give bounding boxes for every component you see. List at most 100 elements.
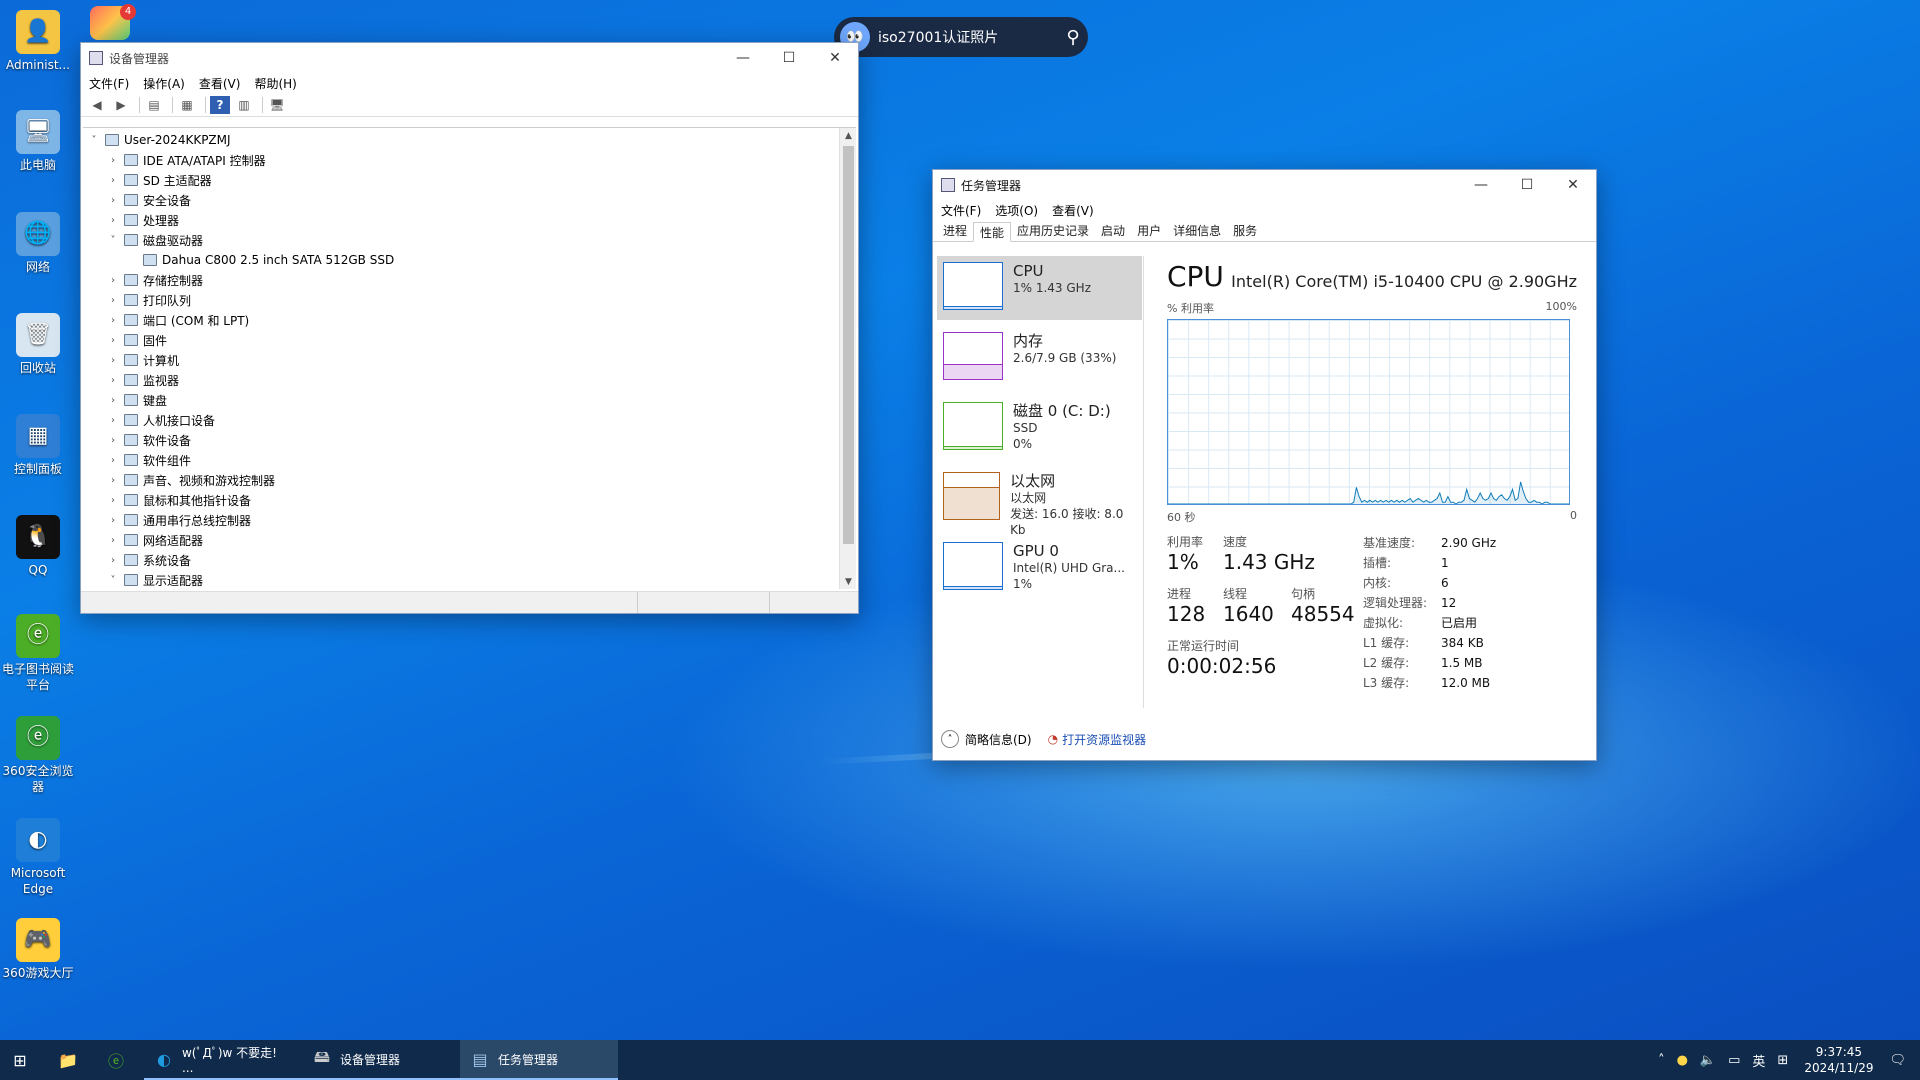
expand-chevron-icon[interactable]: ›: [106, 275, 120, 286]
tree-node[interactable]: › 端口 (COM 和 LPT): [87, 310, 835, 330]
desktop-icon-computer[interactable]: 🖥 此电脑: [0, 110, 76, 173]
task-manager-titlebar[interactable]: 任务管理器 — ☐ ✕: [933, 170, 1596, 200]
maximize-button[interactable]: ☐: [1504, 170, 1550, 200]
taskbar-task-manager[interactable]: ▤ 任务管理器: [460, 1040, 618, 1080]
scroll-up-icon[interactable]: ▲: [840, 128, 856, 144]
tree-node[interactable]: › 监视器: [87, 370, 835, 390]
minimize-button[interactable]: —: [1458, 170, 1504, 200]
resource-item[interactable]: 以太网 以太网 发送: 16.0 接收: 8.0 Kb: [937, 466, 1142, 537]
expand-chevron-icon[interactable]: ›: [106, 395, 120, 406]
tree-node[interactable]: › 鼠标和其他指针设备: [87, 490, 835, 510]
tree-node[interactable]: › 安全设备: [87, 190, 835, 210]
360-tray-icon[interactable]: ●: [1677, 1053, 1688, 1068]
chevron-up-icon[interactable]: ˄: [941, 730, 959, 748]
device-manager-titlebar[interactable]: 设备管理器 — ☐ ✕: [81, 43, 858, 73]
open-resource-monitor-link[interactable]: 打开资源监视器: [1062, 731, 1146, 748]
desktop-icon-360-game[interactable]: 🎮 360游戏大厅: [0, 918, 76, 981]
scroll-thumb[interactable]: [843, 146, 854, 544]
expand-chevron-icon[interactable]: ›: [106, 215, 120, 226]
tree-node[interactable]: › 处理器: [87, 210, 835, 230]
expand-chevron-icon[interactable]: ›: [106, 415, 120, 426]
desktop-icon-user-folder[interactable]: 👤 Administ...: [0, 10, 76, 73]
collapse-chevron-icon[interactable]: ˅: [106, 235, 120, 246]
menu-item[interactable]: 操作(A): [143, 75, 185, 92]
tree-node[interactable]: › IDE ATA/ATAPI 控制器: [87, 150, 835, 170]
taskbar-edge[interactable]: ◐ w(ﾟДﾟ)w 不要走! ...: [144, 1040, 302, 1080]
expand-chevron-icon[interactable]: ›: [106, 335, 120, 346]
fewer-details-link[interactable]: 简略信息(D): [965, 731, 1032, 748]
collapse-chevron-icon[interactable]: ˅: [87, 135, 101, 146]
expand-chevron-icon[interactable]: ›: [106, 475, 120, 486]
taskbar-360-browser[interactable]: ⓔ: [96, 1040, 144, 1080]
scan-hardware-icon[interactable]: 🖥: [267, 96, 287, 114]
menu-item[interactable]: 文件(F): [941, 202, 981, 219]
resource-item[interactable]: 内存 2.6/7.9 GB (33%): [937, 326, 1142, 390]
ime-indicator[interactable]: 英: [1752, 1051, 1765, 1070]
tab-4[interactable]: 用户: [1131, 221, 1167, 241]
help-icon[interactable]: ?: [210, 95, 230, 114]
expand-chevron-icon[interactable]: ›: [106, 535, 120, 546]
expand-chevron-icon[interactable]: ›: [106, 155, 120, 166]
expand-chevron-icon[interactable]: ›: [106, 295, 120, 306]
volume-icon[interactable]: 🔈: [1700, 1053, 1716, 1068]
chevron-up-icon[interactable]: ˄: [1658, 1053, 1665, 1068]
resource-item[interactable]: CPU 1% 1.43 GHz: [937, 256, 1142, 320]
search-bubble[interactable]: 👀 iso27001认证照片 ⚲: [834, 17, 1088, 57]
tree-node[interactable]: › 键盘: [87, 390, 835, 410]
tab-2[interactable]: 应用历史记录: [1011, 221, 1095, 241]
tree-node[interactable]: ˅ 磁盘驱动器: [87, 230, 835, 250]
tree-root[interactable]: ˅ User-2024KKPZMJ: [87, 130, 835, 150]
tree-node[interactable]: › 存储控制器: [87, 270, 835, 290]
maximize-button[interactable]: ☐: [766, 43, 812, 73]
expand-chevron-icon[interactable]: ›: [106, 315, 120, 326]
expand-chevron-icon[interactable]: ›: [106, 455, 120, 466]
tree-node[interactable]: › SD 主适配器: [87, 170, 835, 190]
collapse-chevron-icon[interactable]: ˅: [106, 575, 120, 586]
tab-1[interactable]: 性能: [973, 222, 1012, 242]
close-button[interactable]: ✕: [812, 43, 858, 73]
resource-item[interactable]: 磁盘 0 (C: D:) SSD 0%: [937, 396, 1142, 460]
tree-node[interactable]: › 软件设备: [87, 430, 835, 450]
desktop-icon-control-panel[interactable]: ▦ 控制面板: [0, 414, 76, 477]
tab-0[interactable]: 进程: [937, 221, 973, 241]
menu-item[interactable]: 查看(V): [1052, 202, 1094, 219]
expand-chevron-icon[interactable]: ›: [106, 435, 120, 446]
menu-item[interactable]: 查看(V): [199, 75, 241, 92]
expand-chevron-icon[interactable]: ›: [106, 195, 120, 206]
view-icon[interactable]: ▥: [234, 96, 254, 114]
vertical-scrollbar[interactable]: ▲ ▼: [839, 128, 856, 589]
tab-3[interactable]: 启动: [1095, 221, 1131, 241]
tree-node[interactable]: › 通用串行总线控制器: [87, 510, 835, 530]
tree-node[interactable]: › 计算机: [87, 350, 835, 370]
tree-node[interactable]: › 打印队列: [87, 290, 835, 310]
expand-chevron-icon[interactable]: ›: [106, 555, 120, 566]
expand-chevron-icon[interactable]: ›: [106, 375, 120, 386]
notification-center-icon[interactable]: 🗨: [1889, 1053, 1906, 1068]
pinned-app-icon[interactable]: 4: [90, 4, 136, 42]
scroll-down-icon[interactable]: ▼: [840, 574, 856, 589]
desktop-icon-ebook[interactable]: ⓔ 电子图书阅读平台: [0, 614, 76, 693]
minimize-button[interactable]: —: [720, 43, 766, 73]
update-driver-icon[interactable]: ▦: [177, 96, 197, 114]
tree-node[interactable]: › 网络适配器: [87, 530, 835, 550]
tree-node[interactable]: › 人机接口设备: [87, 410, 835, 430]
menu-item[interactable]: 选项(O): [995, 202, 1038, 219]
back-arrow-icon[interactable]: ◀: [87, 96, 107, 114]
expand-chevron-icon[interactable]: ›: [106, 495, 120, 506]
tree-node[interactable]: ˅ 显示适配器: [87, 570, 835, 589]
taskbar-device-manager[interactable]: 🖴 设备管理器: [302, 1040, 460, 1080]
clock[interactable]: 9:37:45 2024/11/29: [1804, 1044, 1873, 1076]
tree-node[interactable]: › 声音、视频和游戏控制器: [87, 470, 835, 490]
desktop-icon-edge[interactable]: ◐ Microsoft Edge: [0, 818, 76, 897]
close-button[interactable]: ✕: [1550, 170, 1596, 200]
tab-6[interactable]: 服务: [1227, 221, 1263, 241]
desktop-icon-network[interactable]: 🌐 网络: [0, 212, 76, 275]
desktop-icon-360-browser[interactable]: ⓔ 360安全浏览器: [0, 716, 76, 795]
menu-item[interactable]: 文件(F): [89, 75, 129, 92]
desktop-icon-qq[interactable]: 🐧 QQ: [0, 515, 76, 578]
resource-item[interactable]: GPU 0 Intel(R) UHD Gra... 1%: [937, 536, 1142, 600]
properties-icon[interactable]: ▤: [144, 96, 164, 114]
network-icon[interactable]: ▭: [1728, 1053, 1740, 1068]
expand-chevron-icon[interactable]: ›: [106, 355, 120, 366]
tree-node[interactable]: › 固件: [87, 330, 835, 350]
